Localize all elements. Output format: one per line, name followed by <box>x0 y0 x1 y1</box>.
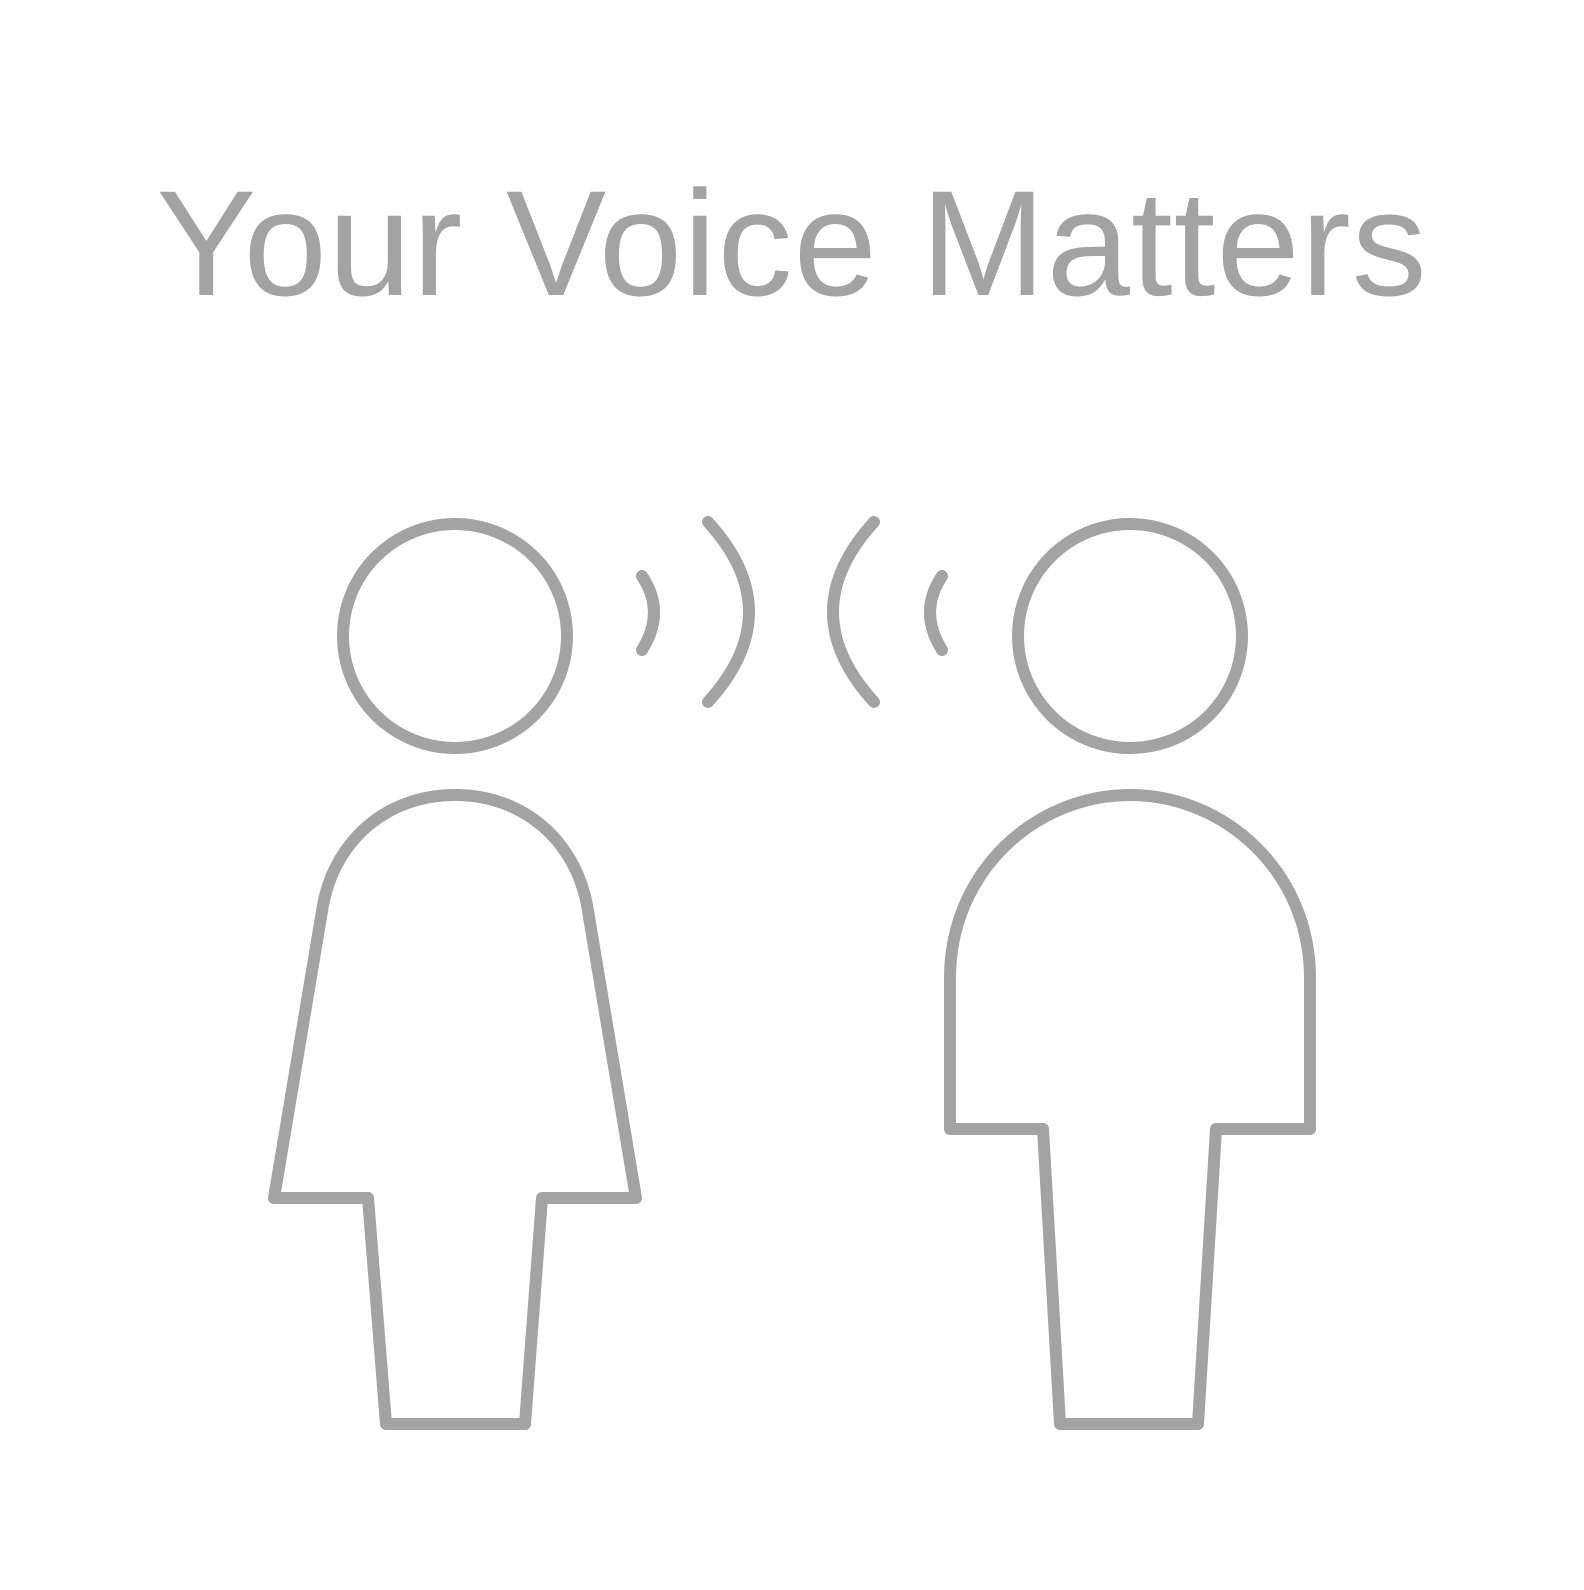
person-right-icon <box>944 518 1316 1430</box>
person-right-head <box>1012 518 1248 754</box>
sound-waves-right-icon <box>827 516 948 708</box>
person-left-head <box>337 518 573 754</box>
person-right-body <box>944 789 1316 1430</box>
sound-wave-right-small <box>924 570 948 656</box>
sound-wave-left-small <box>636 570 660 656</box>
person-left-icon <box>268 518 642 1430</box>
conversation-illustration <box>268 516 1316 1430</box>
person-left-body <box>268 789 642 1430</box>
sound-waves-left-icon <box>636 516 755 708</box>
sound-wave-left-large <box>702 516 755 708</box>
sound-wave-right-large <box>827 516 880 708</box>
